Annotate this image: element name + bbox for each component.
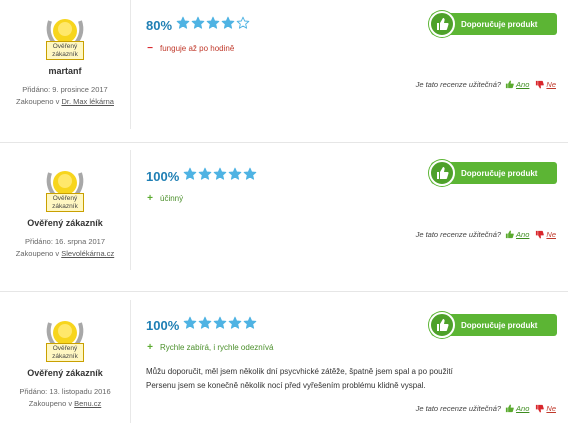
rating-stars — [176, 16, 251, 35]
plus-icon: + — [147, 193, 153, 204]
badge-label: Ověřený zákazník — [46, 193, 84, 212]
rating: 100% — [146, 316, 258, 335]
thumbs-up-icon — [505, 230, 514, 239]
review-item: Ověřený zákazník Ověřený zákazník Přidán… — [0, 143, 568, 273]
review-pro: + Rychle zabírá, i rychle odeznívá — [146, 342, 273, 353]
helpful-vote: Je tato recenze užitečná? Ano Ne — [416, 80, 556, 89]
verified-customer-badge: Ověřený zákazník — [40, 315, 90, 365]
review-text-line: Můžu doporučit, měl jsem několik dní psy… — [146, 367, 453, 376]
thumbs-down-icon — [536, 404, 545, 413]
rating: 80% — [146, 16, 251, 35]
reviewer-info: Ověřený zákazník Ověřený zákazník Přidán… — [0, 165, 130, 260]
helpful-yes-link[interactable]: Ano — [516, 404, 529, 413]
star-filled-icon — [221, 16, 235, 29]
review-date: Přidáno: 13. listopadu 2016 — [19, 387, 111, 396]
star-filled-icon — [198, 167, 212, 180]
rating-percent: 100% — [146, 318, 180, 333]
plus-icon: + — [147, 342, 153, 353]
review-pro: + účinný — [146, 193, 183, 204]
minus-icon: − — [147, 43, 153, 54]
star-empty-icon — [236, 16, 250, 29]
helpful-no-link[interactable]: Ne — [546, 80, 556, 89]
pro-text: Rychle zabírá, i rychle odeznívá — [160, 343, 274, 352]
helpful-yes-link[interactable]: Ano — [516, 80, 529, 89]
purchase-info: Zakoupeno v Benu.cz — [28, 399, 102, 408]
star-filled-icon — [198, 316, 212, 329]
helpful-no-link[interactable]: Ne — [546, 404, 556, 413]
badge-label: Ověřený zákazník — [46, 41, 84, 60]
review-item: Ověřený zákazník martanf Přidáno: 9. pro… — [0, 0, 568, 129]
helpful-yes-link[interactable]: Ano — [516, 230, 529, 239]
helpful-vote: Je tato recenze užitečná? Ano Ne — [416, 404, 556, 413]
star-filled-icon — [206, 16, 220, 29]
reviewer-info: Ověřený zákazník Ověřený zákazník Přidán… — [0, 315, 130, 410]
review-text: Můžu doporučit, měl jsem několik dní psy… — [146, 365, 526, 393]
rating-percent: 80% — [146, 18, 173, 33]
shop-link[interactable]: Dr. Max lékárna — [61, 97, 114, 106]
review-date: Přidáno: 16. srpna 2017 — [24, 237, 106, 246]
helpful-question: Je tato recenze užitečná? — [415, 404, 502, 413]
reviewer-name: Ověřený zákazník — [27, 368, 103, 378]
star-filled-icon — [176, 16, 190, 29]
purchase-info: Zakoupeno v Dr. Max lékárna — [16, 97, 114, 106]
recommend-badge: Doporučuje produkt — [429, 160, 557, 186]
verified-customer-badge: Ověřený zákazník — [40, 13, 90, 63]
review-con: − funguje až po hodině — [146, 43, 234, 54]
review-item: Ověřený zákazník Ověřený zákazník Přidán… — [0, 293, 568, 423]
helpful-question: Je tato recenze užitečná? — [415, 80, 502, 89]
reviewer-name: martanf — [48, 66, 82, 76]
thumbs-down-icon — [536, 230, 545, 239]
recommend-label: Doporučuje produkt — [461, 320, 538, 330]
helpful-vote: Je tato recenze užitečná? Ano Ne — [416, 230, 556, 239]
shop-link[interactable]: Benu.cz — [74, 399, 101, 408]
star-filled-icon — [213, 167, 227, 180]
purchase-info: Zakoupeno v Slevolékárna.cz — [15, 249, 115, 258]
star-filled-icon — [228, 167, 242, 180]
thumbs-up-icon — [429, 11, 455, 37]
rating: 100% — [146, 167, 258, 186]
recommend-label: Doporučuje produkt — [461, 168, 538, 178]
rating-percent: 100% — [146, 169, 180, 184]
con-text: funguje až po hodině — [160, 44, 235, 53]
recommend-badge: Doporučuje produkt — [429, 11, 557, 37]
pro-text: účinný — [160, 194, 184, 203]
verified-customer-badge: Ověřený zákazník — [40, 165, 90, 215]
thumbs-up-icon — [505, 80, 514, 89]
rating-stars — [183, 167, 258, 186]
thumbs-down-icon — [536, 80, 545, 89]
thumbs-up-icon — [429, 160, 455, 186]
review-text-line: Persenu jsem se konečně několik nocí pře… — [146, 381, 426, 390]
star-filled-icon — [183, 316, 197, 329]
star-filled-icon — [183, 167, 197, 180]
reviewer-name: Ověřený zákazník — [27, 218, 103, 228]
star-filled-icon — [243, 167, 257, 180]
shop-link[interactable]: Slevolékárna.cz — [61, 249, 114, 258]
star-filled-icon — [213, 316, 227, 329]
star-filled-icon — [191, 16, 205, 29]
review-date: Přidáno: 9. prosince 2017 — [22, 85, 108, 94]
recommend-label: Doporučuje produkt — [461, 19, 538, 29]
thumbs-up-icon — [429, 312, 455, 338]
reviewer-info: Ověřený zákazník martanf Přidáno: 9. pro… — [0, 13, 130, 108]
star-filled-icon — [243, 316, 257, 329]
review-divider — [0, 291, 568, 292]
thumbs-up-icon — [505, 404, 514, 413]
helpful-question: Je tato recenze užitečná? — [415, 230, 502, 239]
rating-stars — [183, 316, 258, 335]
star-filled-icon — [228, 316, 242, 329]
badge-label: Ověřený zákazník — [46, 343, 84, 362]
helpful-no-link[interactable]: Ne — [546, 230, 556, 239]
recommend-badge: Doporučuje produkt — [429, 312, 557, 338]
